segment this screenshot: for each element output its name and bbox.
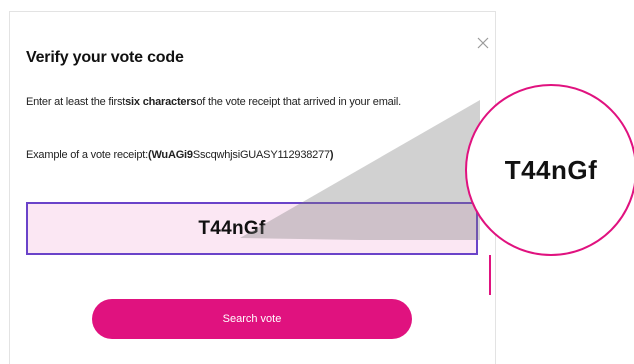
example-label: Example of a vote receipt: xyxy=(26,149,148,161)
magnified-code: T44nGf xyxy=(504,154,598,185)
example-receipt: Example of a vote receipt:(WuAGi9Sscqwhj… xyxy=(26,149,466,161)
magnifier-pointer-line xyxy=(489,255,491,295)
example-close-brace: ) xyxy=(329,149,334,161)
close-icon[interactable] xyxy=(476,36,490,50)
instruction-emphasis: six characters xyxy=(125,96,197,108)
magnifier-callout: T44nGf xyxy=(465,84,634,256)
instruction-after: of the vote receipt that arrived in your… xyxy=(196,96,401,108)
search-vote-button[interactable]: Search vote xyxy=(92,299,412,339)
instruction-before: Enter at least the first xyxy=(26,96,126,108)
vote-code-value: T44nGf xyxy=(198,217,266,239)
example-rest: SscqwhjsiGUASY112938277 xyxy=(192,149,330,161)
instruction-text: Enter at least the firstsix charactersof… xyxy=(26,96,486,109)
dialog-title: Verify your vote code xyxy=(26,49,184,66)
example-highlight: WuAGi9 xyxy=(151,149,193,161)
vote-code-input[interactable]: T44nGf xyxy=(26,202,478,255)
